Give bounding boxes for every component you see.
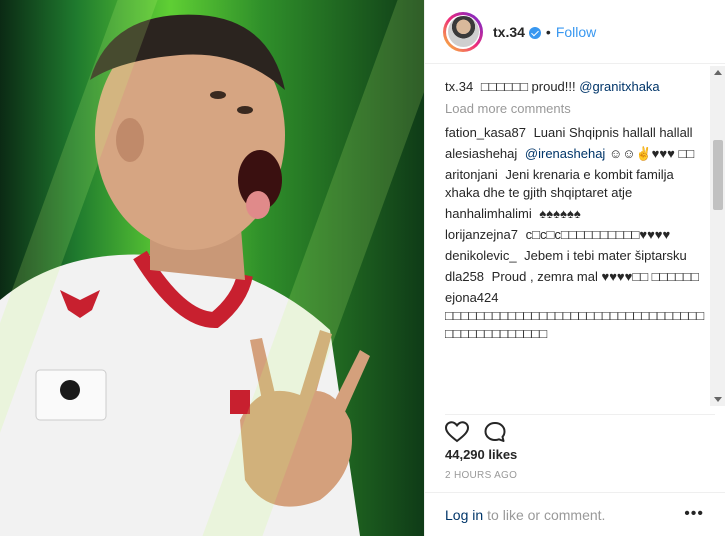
comment-username[interactable]: fation_kasa87 bbox=[445, 125, 526, 140]
comment-username[interactable]: aritonjani bbox=[445, 167, 498, 182]
post-header: tx.34 • Follow bbox=[425, 0, 725, 64]
comment-item: aritonjani Jeni krenaria e kombit familj… bbox=[445, 166, 710, 202]
comment-item: dla258 Proud , zemra mal ♥♥♥♥□□ □□□□□□ bbox=[445, 268, 710, 286]
comments-scrollbar[interactable] bbox=[710, 66, 725, 406]
scroll-up-icon[interactable] bbox=[714, 70, 722, 75]
login-prompt-text: to like or comment. bbox=[487, 506, 606, 523]
verified-badge-icon bbox=[528, 26, 541, 39]
login-bar: Log in to like or comment. ••• bbox=[425, 492, 725, 536]
caption-mention[interactable]: @granitxhaka bbox=[579, 79, 659, 94]
comment-text: Jebem i tebi mater šiptarsku bbox=[524, 248, 687, 263]
comment-item: lorijanzejna7 c□c□c□□□□□□□□□□♥♥♥♥ bbox=[445, 226, 710, 244]
comment-text: ♠♠♠♠♠♠ bbox=[539, 206, 581, 221]
follow-button[interactable]: Follow bbox=[556, 24, 596, 40]
comment-text: c□c□c□□□□□□□□□□♥♥♥♥ bbox=[525, 227, 671, 242]
comment-icon[interactable] bbox=[483, 421, 507, 443]
comment-item: denikolevic_ Jebem i tebi mater šiptarsk… bbox=[445, 247, 710, 265]
post-sidebar: tx.34 • Follow tx.34 □□□□□□ proud!!! @gr… bbox=[424, 0, 725, 536]
avatar[interactable] bbox=[443, 11, 483, 52]
comment-item: alesiashehaj @irenashehaj ☺☺✌♥♥♥ □□ bbox=[445, 145, 710, 163]
comment-text: Proud , zemra mal ♥♥♥♥□□ □□□□□□ bbox=[491, 269, 699, 284]
post-timestamp[interactable]: 2 HOURS AGO bbox=[445, 470, 517, 481]
comment-username[interactable]: lorijanzejna7 bbox=[445, 227, 518, 242]
comment-mention[interactable]: @irenashehaj bbox=[525, 146, 605, 161]
comment-username[interactable]: ejona424 bbox=[445, 290, 499, 305]
separator-dot: • bbox=[545, 23, 551, 40]
comment-text: Luani Shqipnis hallall hallall bbox=[533, 125, 693, 140]
caption-username[interactable]: tx.34 bbox=[445, 79, 473, 94]
avatar-image bbox=[447, 16, 479, 47]
comment-username[interactable]: dla258 bbox=[445, 269, 484, 284]
comment-username[interactable]: hanhalimhalimi bbox=[445, 206, 532, 221]
comment-text: □□□□□□□□□□□□□□□□□□□□□□□□□□□□□□□□□□□□□□□□… bbox=[445, 308, 705, 341]
post-actions bbox=[445, 414, 715, 445]
caption: tx.34 □□□□□□ proud!!! @granitxhaka bbox=[445, 78, 710, 96]
heart-icon[interactable] bbox=[445, 421, 469, 443]
player-illustration bbox=[0, 14, 370, 536]
comment-item: ejona424 □□□□□□□□□□□□□□□□□□□□□□□□□□□□□□□… bbox=[445, 289, 710, 343]
comment-username[interactable]: denikolevic_ bbox=[445, 248, 517, 263]
likes-count[interactable]: 44,290 likes bbox=[445, 447, 517, 462]
post-photo[interactable] bbox=[0, 0, 424, 536]
login-link[interactable]: Log in bbox=[445, 507, 483, 523]
load-more-comments-link[interactable]: Load more comments bbox=[445, 100, 710, 118]
comment-item: fation_kasa87 Luani Shqipnis hallall hal… bbox=[445, 124, 710, 142]
avatar-frame bbox=[446, 14, 480, 49]
more-options-icon[interactable]: ••• bbox=[684, 506, 704, 522]
instagram-post: tx.34 • Follow tx.34 □□□□□□ proud!!! @gr… bbox=[0, 0, 725, 536]
comment-item: hanhalimhalimi ♠♠♠♠♠♠ bbox=[445, 205, 710, 223]
scroll-down-icon[interactable] bbox=[714, 397, 722, 402]
username-link[interactable]: tx.34 bbox=[493, 24, 525, 40]
comment-text: ☺☺✌♥♥♥ □□ bbox=[608, 146, 695, 161]
comment-username[interactable]: alesiashehaj bbox=[445, 146, 517, 161]
comments-list: tx.34 □□□□□□ proud!!! @granitxhaka Load … bbox=[425, 64, 710, 406]
scrollbar-thumb[interactable] bbox=[713, 140, 723, 210]
caption-text: □□□□□□ proud!!! bbox=[480, 79, 576, 94]
